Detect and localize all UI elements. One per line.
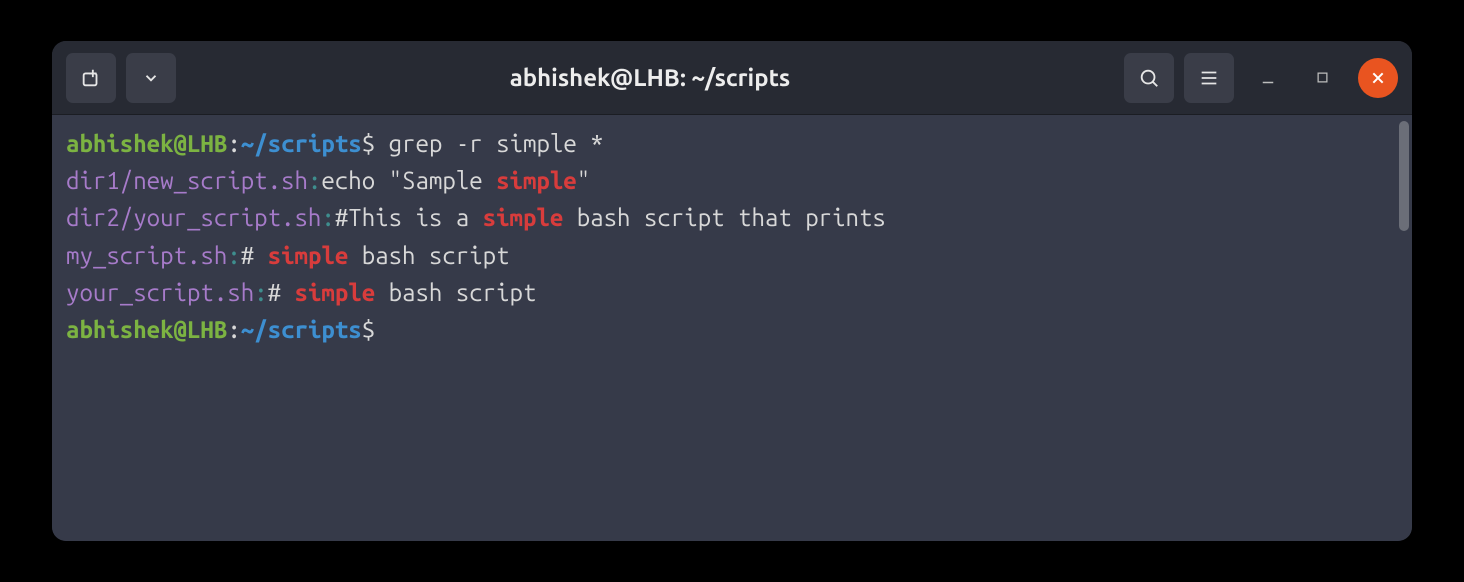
result-file: your_script.sh <box>66 279 254 306</box>
prompt-line: abhishek@LHB:~/scripts$ grep -r simple * <box>66 125 1398 162</box>
close-button[interactable] <box>1358 58 1398 98</box>
close-icon <box>1370 70 1386 86</box>
grep-match: simple <box>496 167 577 194</box>
grep-match: simple <box>268 242 349 269</box>
chevron-down-icon <box>142 69 160 87</box>
hamburger-icon <box>1198 67 1220 89</box>
new-tab-button[interactable] <box>66 53 116 103</box>
prompt-line: abhishek@LHB:~/scripts$ <box>66 311 1398 348</box>
grep-match: simple <box>483 204 564 231</box>
scrollbar-thumb[interactable] <box>1399 121 1409 231</box>
grep-result-line: my_script.sh:# simple bash script <box>66 237 1398 274</box>
menu-button[interactable] <box>1184 53 1234 103</box>
search-button[interactable] <box>1124 53 1174 103</box>
minimize-button[interactable] <box>1248 58 1288 98</box>
command-text: grep -r simple * <box>389 130 604 157</box>
result-file: dir1/new_script.sh <box>66 167 308 194</box>
prompt-user: abhishek <box>66 130 174 157</box>
terminal-body[interactable]: abhishek@LHB:~/scripts$ grep -r simple *… <box>52 115 1412 541</box>
new-tab-icon <box>80 67 102 89</box>
minimize-icon <box>1259 69 1277 87</box>
grep-match: simple <box>295 279 376 306</box>
grep-result-line: your_script.sh:# simple bash script <box>66 274 1398 311</box>
tab-dropdown-button[interactable] <box>126 53 176 103</box>
terminal-window: abhishek@LHB: ~/scripts <box>52 41 1412 541</box>
prompt-host: LHB <box>187 130 227 157</box>
titlebar: abhishek@LHB: ~/scripts <box>52 41 1412 115</box>
maximize-button[interactable] <box>1302 58 1342 98</box>
prompt-path: ~/scripts <box>241 130 362 157</box>
prompt-symbol: $ <box>362 130 375 157</box>
result-file: my_script.sh <box>66 242 227 269</box>
result-file: dir2/your_script.sh <box>66 204 321 231</box>
grep-result-line: dir2/your_script.sh:#This is a simple ba… <box>66 199 1398 236</box>
maximize-icon <box>1315 70 1330 85</box>
window-title: abhishek@LHB: ~/scripts <box>510 64 791 91</box>
search-icon <box>1138 67 1160 89</box>
grep-result-line: dir1/new_script.sh:echo "Sample simple" <box>66 162 1398 199</box>
